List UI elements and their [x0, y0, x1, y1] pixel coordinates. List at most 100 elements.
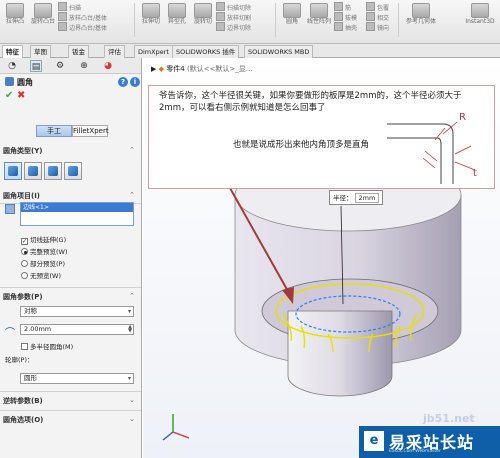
constant-size-fillet-button[interactable] — [4, 162, 22, 180]
cancel-x-icon[interactable]: ✖ — [17, 90, 25, 101]
revolve-boss-button[interactable]: 旋转凸台 — [30, 3, 56, 33]
property-manager-icon[interactable]: ▤ — [30, 60, 42, 72]
multi-radius-checkbox[interactable]: 多半径圆角(M) — [21, 341, 73, 351]
extrude-cut-icon — [142, 3, 160, 18]
hole-wizard-icon — [168, 3, 186, 18]
ok-check-icon[interactable]: ✔ — [5, 90, 13, 101]
tab-manual[interactable]: 手工 — [36, 125, 72, 137]
collapse-chevron-icon[interactable]: ⌃ — [129, 292, 135, 300]
boss-cylinder[interactable] — [287, 310, 393, 397]
radio-icon — [21, 272, 28, 279]
linear-pattern-icon — [310, 3, 328, 18]
no-preview-radio[interactable]: 无预览(W) — [21, 270, 61, 280]
tab-filletxpert[interactable]: FilletXpert — [72, 125, 109, 137]
radius-input[interactable]: 2.00mm ▲ ▼ — [20, 324, 134, 335]
fillet-button[interactable]: 圆角 — [279, 3, 305, 33]
checkbox-icon — [21, 343, 28, 350]
expand-chevron-icon[interactable]: ⌄ — [129, 396, 135, 404]
collapse-chevron-icon[interactable]: ⌃ — [129, 191, 135, 199]
mirror-button[interactable]: 镜向 — [366, 22, 389, 33]
fillet-type-section-title[interactable]: 圆角类型(Y) — [3, 146, 42, 156]
fillet-options-section-title[interactable]: 圆角选项(O) — [3, 415, 43, 425]
help-icon[interactable]: ? — [118, 77, 128, 87]
selected-edge-item[interactable]: 边线<1> — [21, 203, 133, 212]
tab-features[interactable]: 特征 — [2, 45, 23, 58]
tab-addins[interactable]: SOLIDWORKS 插件 — [172, 45, 240, 58]
logo-subtitle: Easck.Com Webmaster — [389, 449, 441, 454]
profile-label: 轮廓(P)： — [5, 356, 34, 364]
constant-fillet-icon — [8, 166, 18, 176]
watermark: jb51.net — [423, 412, 475, 425]
reference-geometry-button[interactable]: 参考几何体 — [404, 3, 438, 33]
view-triad-icon — [162, 414, 190, 441]
divider — [0, 391, 141, 392]
setback-section-title[interactable]: 逆转参数(B) — [3, 396, 43, 406]
full-preview-radio[interactable]: 完整预览(W) — [21, 246, 68, 256]
extrude-cut-button[interactable]: 拉伸切 — [138, 3, 164, 33]
ribbon-separator — [398, 3, 399, 37]
profile-select[interactable]: 圆形 ▾ — [20, 373, 134, 384]
partial-preview-radio[interactable]: 部分预览(P) — [21, 258, 65, 268]
divider — [0, 287, 141, 288]
tangent-propagation-checkbox[interactable]: ✓ 切线延伸(G) — [21, 234, 66, 245]
feature-manager-icon[interactable]: ◔ — [6, 60, 18, 72]
variable-size-fillet-button[interactable] — [24, 162, 42, 180]
fillet-title: 圆角 — [5, 77, 33, 88]
linear-pattern-button[interactable]: 线性阵列 — [306, 3, 332, 33]
display-manager-icon[interactable]: ◕ — [102, 60, 114, 72]
full-round-fillet-icon — [68, 166, 78, 176]
edges-selection-list[interactable]: 边线<1> — [20, 202, 134, 226]
reference-geometry-icon — [412, 3, 430, 18]
extrude-boss-button[interactable]: 拉伸凸 — [2, 3, 28, 33]
sketch-label-t: t — [473, 168, 477, 179]
tab-evaluate[interactable]: 评估 — [104, 45, 125, 58]
revolve-cut-icon — [194, 3, 212, 18]
configuration-manager-icon[interactable]: ⚙ — [54, 60, 66, 72]
tab-sheet-metal[interactable]: 钣金 — [68, 45, 89, 58]
extrude-boss-icon — [6, 3, 24, 18]
instant3d-icon — [471, 3, 489, 18]
shell-button[interactable]: 抽壳 — [334, 22, 357, 33]
spinner-icon[interactable]: ▲ ▼ — [128, 325, 132, 334]
tab-dimxpert[interactable]: DimXpert — [134, 45, 173, 58]
boundary-boss-button[interactable]: 边界凸台/基体 — [58, 22, 107, 33]
instant3d-button[interactable]: Instant3D — [462, 3, 498, 33]
annotation-note: 爷告诉你，这个半径很关键，如果你要做形的板厚是2mm的，这个半径必须大于 2mm… — [148, 85, 495, 189]
radio-icon — [21, 260, 28, 267]
help-info-icon[interactable]: i — [130, 77, 140, 87]
tab-sketch[interactable]: 草图 — [30, 45, 51, 58]
full-round-fillet-button[interactable] — [64, 162, 82, 180]
fillet-items-section-title[interactable]: 圆角项目(I) — [3, 191, 40, 201]
fillet-icon — [283, 3, 301, 18]
checkbox-checked-icon: ✓ — [21, 238, 28, 245]
tab-mbd[interactable]: SOLIDWORKS MBD — [244, 45, 314, 58]
boundary-cut-button[interactable]: 边界切除 — [216, 22, 251, 33]
command-tabs: 特征 草图 钣金 评估 DimXpert SOLIDWORKS 插件 SOLID… — [0, 44, 500, 58]
command-manager-ribbon: 拉伸凸 旋转凸台 扫描 放样凸台/基体 边界凸台/基体 拉伸切 异型孔 旋转切 … — [0, 0, 500, 44]
param-type-select[interactable]: 对称 ▾ — [20, 306, 134, 317]
property-manager: ◔ ▤ ⚙ ⊕ ◕ 圆角 ? i ✔ ✖ 手工 FilletXpert 圆角类型… — [0, 58, 142, 458]
hole-wizard-button[interactable]: 异型孔 — [164, 3, 190, 33]
fillet-params-section-title[interactable]: 圆角参数(P) — [3, 292, 43, 302]
variable-fillet-icon — [28, 166, 38, 176]
divider — [0, 410, 141, 411]
sketch-label-r: R — [459, 112, 466, 123]
radius-icon: ⌒ — [5, 328, 15, 339]
revolve-cut-button[interactable]: 旋转切 — [190, 3, 216, 33]
logo-mark-icon: e — [364, 431, 384, 451]
ribbon-separator — [134, 3, 135, 37]
dropdown-arrow-icon: ▾ — [127, 375, 131, 382]
site-logo: e 易采站长站 Easck.Com Webmaster — [359, 426, 500, 458]
radius-callout[interactable]: 半径： 2mm — [329, 190, 384, 205]
collapse-chevron-icon[interactable]: ⌃ — [129, 146, 135, 154]
graphics-area[interactable]: ▶ ◆ 零件4 (默认<<默认>_显... 爷告诉你，这个半径很关键，如果你要做… — [143, 58, 500, 458]
dropdown-arrow-icon: ▾ — [127, 308, 131, 315]
edge-selection-icon — [5, 204, 15, 214]
radio-selected-icon — [21, 248, 28, 255]
dimxpert-manager-icon[interactable]: ⊕ — [78, 60, 90, 72]
expand-chevron-icon[interactable]: ⌄ — [129, 415, 135, 423]
manager-tabs: ◔ ▤ ⚙ ⊕ ◕ — [0, 58, 141, 74]
face-fillet-icon — [48, 166, 58, 176]
face-fillet-button[interactable] — [44, 162, 62, 180]
note-line-2: 2mm，可以看右侧示例就知道是怎么回事了 — [159, 103, 326, 113]
